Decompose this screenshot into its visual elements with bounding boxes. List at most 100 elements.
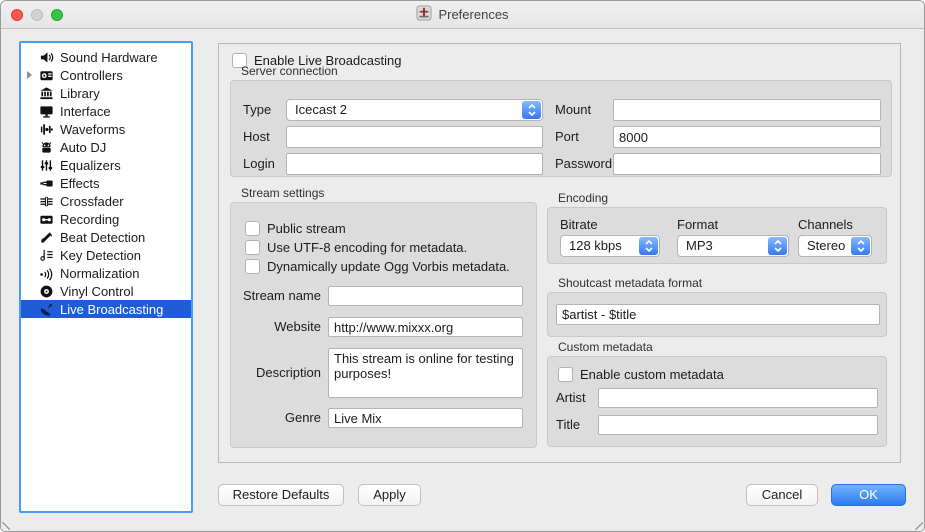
format-label: Format — [677, 215, 718, 235]
sidebar-item-label: Recording — [60, 212, 119, 227]
port-input[interactable] — [613, 126, 881, 148]
sidebar-item-live-broadcasting[interactable]: Live Broadcasting — [21, 300, 191, 318]
channels-select-value: Stereo — [807, 236, 845, 256]
sidebar-item-crossfader[interactable]: Crossfader — [21, 192, 191, 210]
stepper-arrows-icon — [768, 237, 787, 255]
sidebar-item-vinyl-control[interactable]: Vinyl Control — [21, 282, 191, 300]
sidebar-item-label: Key Detection — [60, 248, 141, 263]
controller-icon — [38, 67, 54, 83]
utf8-checkbox[interactable] — [245, 240, 260, 255]
type-select-value: Icecast 2 — [295, 100, 347, 120]
stream-settings-title: Stream settings — [241, 186, 324, 200]
public-stream-checkbox[interactable] — [245, 221, 260, 236]
sidebar-item-label: Controllers — [60, 68, 123, 83]
ogg-metadata-label: Dynamically update Ogg Vorbis metadata. — [267, 259, 510, 274]
encoding-title: Encoding — [558, 191, 608, 205]
utf8-label: Use UTF-8 encoding for metadata. — [267, 240, 467, 255]
sidebar-item-label: Vinyl Control — [60, 284, 133, 299]
host-label: Host — [243, 126, 270, 148]
server-connection-group: Server connection Type Icecast 2 Mount H… — [230, 80, 892, 177]
sidebar-item-label: Waveforms — [60, 122, 125, 137]
sidebar-item-auto-dj[interactable]: Auto DJ — [21, 138, 191, 156]
sidebar-item-label: Sound Hardware — [60, 50, 158, 65]
title-input[interactable] — [598, 415, 878, 435]
enable-custom-metadata-row: Enable custom metadata — [558, 367, 724, 382]
eq-sliders-icon — [38, 157, 54, 173]
sidebar-item-label: Beat Detection — [60, 230, 145, 245]
stream-name-input[interactable] — [328, 286, 523, 306]
channels-select[interactable]: Stereo — [798, 235, 872, 257]
title-label: Title — [556, 415, 580, 435]
public-stream-row: Public stream — [245, 221, 346, 236]
sidebar-item-effects[interactable]: Effects — [21, 174, 191, 192]
login-input[interactable] — [286, 153, 543, 175]
window-title-area: Preferences — [1, 1, 924, 28]
mount-input[interactable] — [613, 99, 881, 121]
sidebar-item-label: Equalizers — [60, 158, 121, 173]
stepper-arrows-icon — [639, 237, 658, 255]
sidebar-item-controllers[interactable]: Controllers — [21, 66, 191, 84]
crossfader-icon — [38, 193, 54, 209]
sidebar-item-library[interactable]: Library — [21, 84, 191, 102]
login-label: Login — [243, 153, 275, 175]
plug-icon — [38, 175, 54, 191]
sidebar-item-label: Interface — [60, 104, 111, 119]
website-input[interactable] — [328, 317, 523, 337]
bitrate-select[interactable]: 128 kbps — [560, 235, 660, 257]
sidebar-item-beat-detection[interactable]: Beat Detection — [21, 228, 191, 246]
host-input[interactable] — [286, 126, 543, 148]
channels-label: Channels — [798, 215, 853, 235]
sidebar-item-interface[interactable]: Interface — [21, 102, 191, 120]
wand-icon — [38, 229, 54, 245]
apply-button[interactable]: Apply — [358, 484, 421, 506]
artist-input[interactable] — [598, 388, 878, 408]
sidebar-item-label: Library — [60, 86, 100, 101]
live-broadcasting-pane: Enable Live Broadcasting Server connecti… — [218, 43, 901, 463]
sidebar-item-label: Effects — [60, 176, 100, 191]
disclosure-triangle-icon[interactable] — [21, 71, 38, 79]
soundwave-icon — [38, 265, 54, 281]
ok-button[interactable]: OK — [831, 484, 906, 506]
description-textarea[interactable]: This stream is online for testing purpos… — [328, 348, 523, 398]
shoutcast-format-input[interactable] — [556, 304, 880, 325]
resize-grip-bottom-left[interactable] — [2, 522, 10, 530]
enable-custom-metadata-checkbox[interactable] — [558, 367, 573, 382]
preferences-window: Preferences Sound Hardware Controllers L… — [0, 0, 925, 532]
title-bar[interactable]: Preferences — [1, 1, 924, 29]
type-label: Type — [243, 99, 271, 121]
password-input[interactable] — [613, 153, 881, 175]
port-label: Port — [555, 126, 579, 148]
vinyl-record-icon — [38, 283, 54, 299]
sidebar-item-label: Live Broadcasting — [60, 302, 163, 317]
format-select[interactable]: MP3 — [677, 235, 789, 257]
bank-icon — [38, 85, 54, 101]
window-title: Preferences — [438, 7, 508, 22]
enable-custom-metadata-label: Enable custom metadata — [580, 367, 724, 382]
password-label: Password — [555, 153, 612, 175]
ogg-metadata-checkbox[interactable] — [245, 259, 260, 274]
sidebar-item-normalization[interactable]: Normalization — [21, 264, 191, 282]
resize-grip-bottom-right[interactable] — [915, 522, 923, 530]
cancel-button[interactable]: Cancel — [746, 484, 818, 506]
public-stream-label: Public stream — [267, 221, 346, 236]
shoutcast-metadata-title: Shoutcast metadata format — [558, 276, 702, 290]
sidebar-item-key-detection[interactable]: Key Detection — [21, 246, 191, 264]
type-select[interactable]: Icecast 2 — [286, 99, 543, 121]
stream-settings-group: Stream settings Public stream Use UTF-8 … — [230, 202, 537, 448]
website-label: Website — [231, 317, 321, 337]
encoding-group: Encoding Bitrate 128 kbps Format MP3 Cha… — [547, 207, 887, 264]
waveform-icon — [38, 121, 54, 137]
sidebar-item-label: Auto DJ — [60, 140, 106, 155]
sidebar-item-sound-hardware[interactable]: Sound Hardware — [21, 48, 191, 66]
cassette-icon — [38, 211, 54, 227]
stepper-arrows-icon — [851, 237, 870, 255]
preferences-sidebar[interactable]: Sound Hardware Controllers Library Inter… — [19, 41, 193, 513]
sidebar-item-waveforms[interactable]: Waveforms — [21, 120, 191, 138]
sidebar-item-equalizers[interactable]: Equalizers — [21, 156, 191, 174]
restore-defaults-button[interactable]: Restore Defaults — [218, 484, 344, 506]
bitrate-select-value: 128 kbps — [569, 236, 622, 256]
genre-input[interactable] — [328, 408, 523, 428]
sidebar-item-recording[interactable]: Recording — [21, 210, 191, 228]
custom-metadata-title: Custom metadata — [558, 340, 653, 354]
artist-label: Artist — [556, 388, 586, 408]
